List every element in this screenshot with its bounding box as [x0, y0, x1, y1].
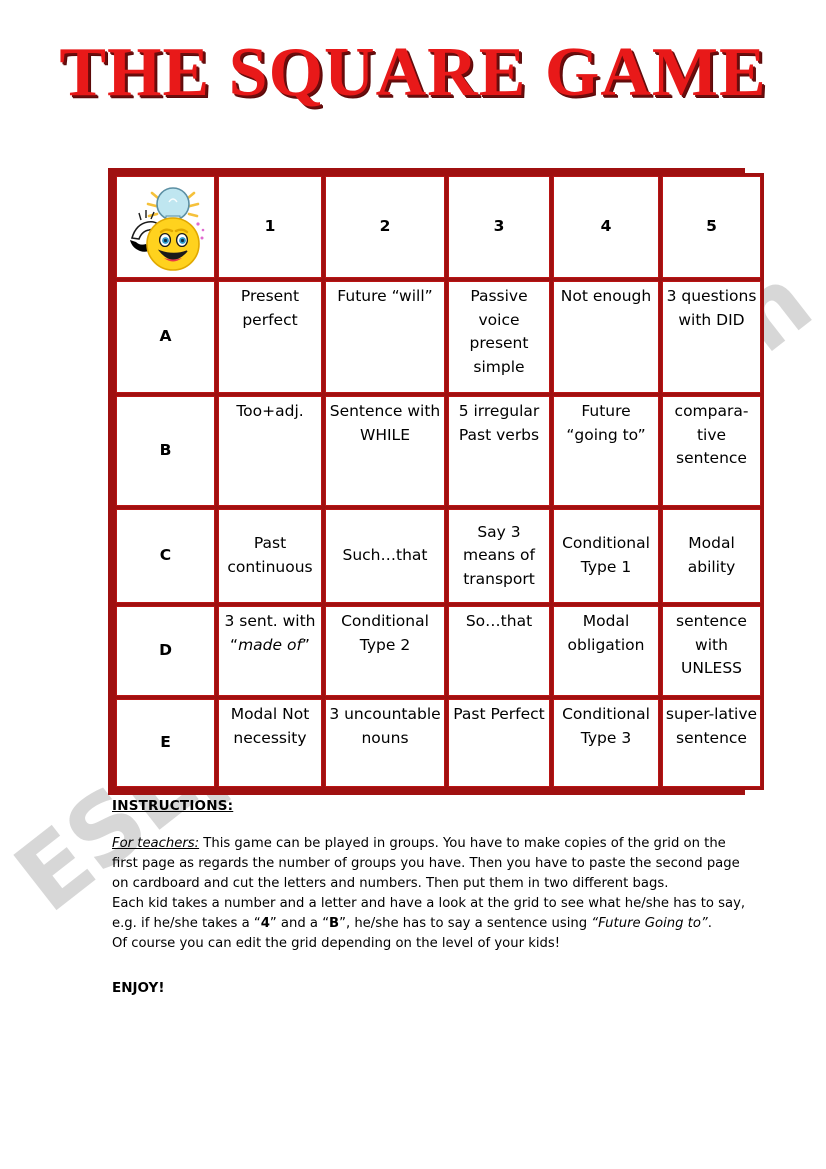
grid-cell-e3: Past Perfect	[448, 699, 550, 787]
square-game-grid: 1 2 3 4 5 A Present perfect Future “will…	[108, 168, 764, 795]
grid-cell-a1-text: Present perfect	[240, 287, 300, 329]
grid-cell-b2: Sentence with WHILE	[325, 396, 445, 506]
grid-cell-c3: Say 3 means of transport	[448, 509, 550, 603]
grid-cell-d3: So…that	[448, 606, 550, 696]
grid-cell-a3: Passive voice present simple	[448, 281, 550, 393]
grid-cell-c3-text: Say 3 means of transport	[463, 522, 535, 588]
lightbulb-smiley-icon	[129, 187, 204, 271]
grid-cell-d1: 3 sent. with “made of”	[218, 606, 322, 696]
example-number: 4	[260, 916, 270, 932]
grid-cell-b5: compara-tive sentence	[662, 396, 761, 506]
grid-cell-b2-text: Sentence with WHILE	[329, 402, 441, 444]
grid-cell-d5: sentence with UNLESS	[662, 606, 761, 696]
grid-cell-e1-text: Modal Not necessity	[230, 705, 310, 747]
instructions-paragraph-3: Of course you can edit the grid dependin…	[112, 936, 561, 952]
grid-cell-a2: Future “will”	[325, 281, 445, 393]
grid-cell-d5-text: sentence with UNLESS	[676, 612, 747, 678]
grid-cell-d4-text: Modal obligation	[567, 612, 645, 654]
grid-row-label-b: B	[116, 396, 215, 506]
grid-header-4: 4	[553, 176, 659, 278]
grid-cell-a5: 3 questions with DID	[662, 281, 761, 393]
grid-cell-e4: Conditional Type 3	[553, 699, 659, 787]
grid-cell-a1: Present perfect	[218, 281, 322, 393]
grid-cell-c5-text: Modal ability	[687, 534, 736, 576]
grid-cell-d2-text: Conditional Type 2	[341, 612, 429, 654]
instructions-body: For teachers: This game can be played in…	[112, 834, 752, 954]
grid-header-5: 5	[662, 176, 761, 278]
grid-cell-d1-text: 3 sent. with “made of”	[224, 612, 316, 654]
enjoy-text: ENJOY!	[112, 980, 165, 997]
grid-header-2: 2	[325, 176, 445, 278]
example-structure: “Future Going to”	[591, 916, 708, 932]
grid-table: 1 2 3 4 5 A Present perfect Future “will…	[113, 173, 764, 790]
grid-cell-c2: Such…that	[325, 509, 445, 603]
grid-cell-b1: Too+adj.	[218, 396, 322, 506]
grid-cell-e3-text: Past Perfect	[453, 705, 545, 723]
grid-row-c: C Past continuous Such…that Say 3 means …	[116, 509, 761, 603]
grid-cell-a5-text: 3 questions with DID	[666, 287, 757, 329]
instructions-paragraph-1: For teachers: This game can be played in…	[112, 834, 752, 894]
grid-cell-d3-text: So…that	[465, 612, 533, 630]
grid-cell-b3: 5 irregular Past verbs	[448, 396, 550, 506]
grid-cell-b4-text: Future “going to”	[566, 402, 646, 444]
grid-cell-b3-text: 5 irregular Past verbs	[458, 402, 540, 444]
grid-corner-cell	[116, 176, 215, 278]
grid-cell-d4: Modal obligation	[553, 606, 659, 696]
grid-cell-e2-text: 3 uncountable nouns	[329, 705, 441, 747]
grid-cell-a2-text: Future “will”	[337, 287, 433, 305]
instructions-heading: INSTRUCTIONS:	[112, 798, 234, 814]
grid-cell-d2: Conditional Type 2	[325, 606, 445, 696]
grid-row-e: E Modal Not necessity 3 uncountable noun…	[116, 699, 761, 787]
grid-header-row: 1 2 3 4 5	[116, 176, 761, 278]
grid-cell-e1: Modal Not necessity	[218, 699, 322, 787]
for-teachers-label: For teachers:	[112, 836, 200, 851]
page-title-text: THE SQUARE GAME	[59, 34, 767, 111]
instructions-paragraph-2-part2: ” and a “	[269, 916, 330, 932]
grid-cell-a3-text: Passive voice present simple	[469, 287, 529, 376]
page-title: THE SQUARE GAME	[0, 38, 826, 108]
example-letter: B	[329, 916, 340, 932]
instructions-section: INSTRUCTIONS: For teachers: This game ca…	[112, 798, 752, 996]
grid-row-a: A Present perfect Future “will” Passive …	[116, 281, 761, 393]
grid-cell-e4-text: Conditional Type 3	[562, 705, 650, 747]
grid-cell-b1-text: Too+adj.	[236, 402, 304, 420]
grid-row-label-a: A	[116, 281, 215, 393]
grid-cell-c4-text: Conditional Type 1	[562, 534, 650, 576]
grid-row-label-e: E	[116, 699, 215, 787]
grid-cell-c4: Conditional Type 1	[553, 509, 659, 603]
grid-row-label-d: D	[116, 606, 215, 696]
instructions-paragraph-2-end: .	[707, 916, 712, 932]
grid-cell-c1-text: Past continuous	[227, 534, 313, 576]
grid-row-b: B Too+adj. Sentence with WHILE 5 irregul…	[116, 396, 761, 506]
grid-header-1: 1	[218, 176, 322, 278]
grid-cell-a4: Not enough	[553, 281, 659, 393]
grid-row-label-c: C	[116, 509, 215, 603]
grid-cell-c2-text: Such…that	[342, 546, 428, 565]
grid-cell-c5: Modal ability	[662, 509, 761, 603]
grid-cell-e5-text: super-lative sentence	[665, 705, 758, 747]
grid-cell-e2: 3 uncountable nouns	[325, 699, 445, 787]
instructions-paragraph-2-part3: ”, he/she has to say a sentence using	[339, 916, 592, 932]
grid-cell-b5-text: compara-tive sentence	[674, 402, 749, 468]
grid-row-d: D 3 sent. with “made of” Conditional Typ…	[116, 606, 761, 696]
grid-cell-c1: Past continuous	[218, 509, 322, 603]
instructions-paragraph-1-text: This game can be played in groups. You h…	[112, 836, 740, 892]
grid-cell-e5: super-lative sentence	[662, 699, 761, 787]
instructions-paragraph-2: Each kid takes a number and a letter and…	[112, 894, 752, 934]
grid-cell-b4: Future “going to”	[553, 396, 659, 506]
grid-cell-a4-text: Not enough	[560, 287, 652, 305]
grid-header-3: 3	[448, 176, 550, 278]
